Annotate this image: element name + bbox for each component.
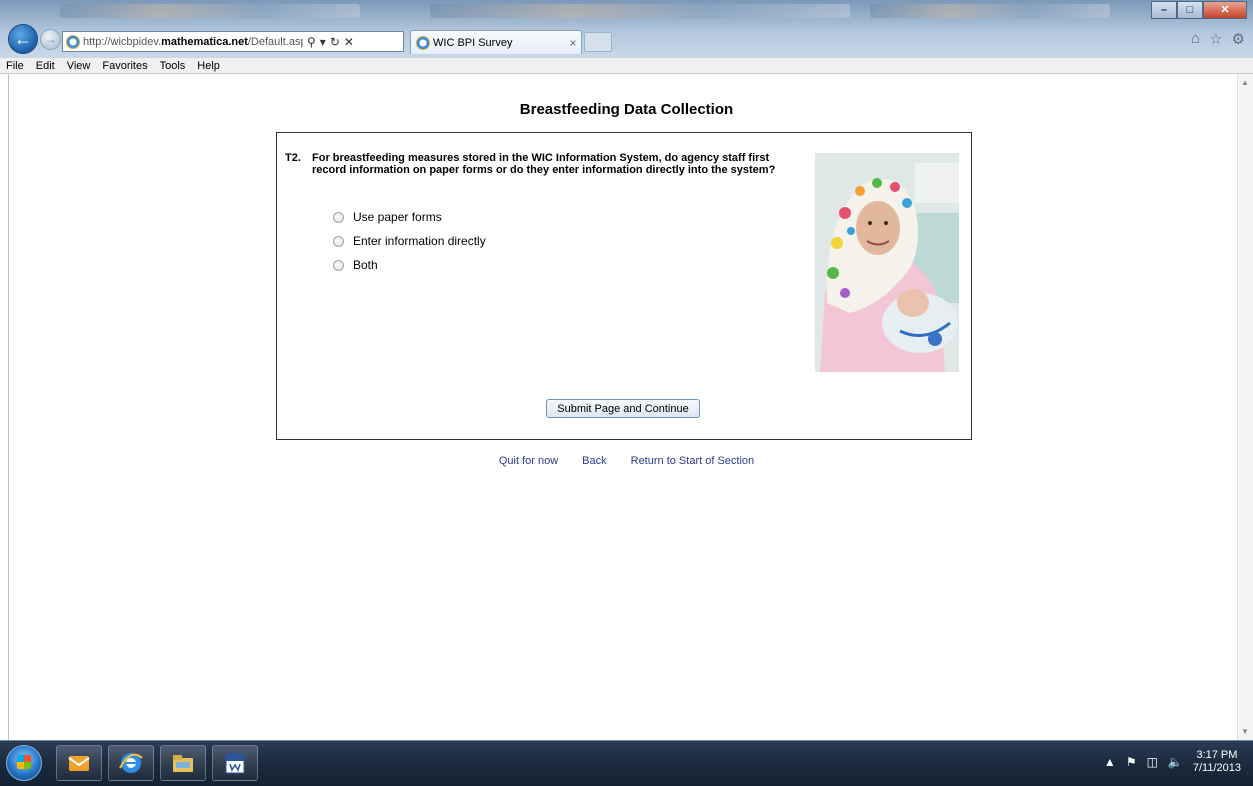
outlook-taskbar-icon[interactable] <box>56 745 102 781</box>
question-number: T2. <box>285 152 301 164</box>
word-taskbar-icon[interactable] <box>212 745 258 781</box>
menu-view[interactable]: View <box>67 60 91 72</box>
vertical-scrollbar[interactable]: ▲ ▼ <box>1237 74 1253 740</box>
quit-for-now-link[interactable]: Quit for now <box>499 455 558 467</box>
minimize-icon[interactable]: – <box>1151 1 1177 19</box>
menu-bar: File Edit View Favorites Tools Help <box>0 58 1253 74</box>
return-to-start-link[interactable]: Return to Start of Section <box>631 455 755 467</box>
window-controls: – □ ✕ <box>1151 1 1247 19</box>
menu-file[interactable]: File <box>6 60 24 72</box>
submit-page-button[interactable]: Submit Page and Continue <box>546 399 700 418</box>
option-use-paper-forms[interactable]: Use paper forms <box>333 210 442 224</box>
forward-arrow-icon[interactable]: → <box>40 29 61 50</box>
close-window-icon[interactable]: ✕ <box>1203 1 1247 19</box>
taskbar-clock[interactable]: 3:17 PM 7/11/2013 <box>1193 749 1241 775</box>
back-arrow-icon[interactable]: ← <box>8 24 38 54</box>
dropdown-arrow-icon[interactable]: ▾ <box>320 35 326 49</box>
tab-wic-bpi-survey[interactable]: WIC BPI Survey × <box>410 30 582 54</box>
windows-taskbar: ▲ ⚑ ◫ 🔈 3:17 PM 7/11/2013 <box>0 740 1253 786</box>
blurred-tab-strip <box>870 4 1110 18</box>
back-link[interactable]: Back <box>582 455 606 467</box>
blurred-tab-strip <box>60 4 360 18</box>
url-path: /Default.aspx?Page=£ <box>247 35 303 48</box>
blurred-tab-strip <box>430 4 850 18</box>
url-prefix: http://wicbpidev. <box>83 35 162 48</box>
start-button-icon[interactable] <box>6 745 42 781</box>
option-both[interactable]: Both <box>333 258 378 272</box>
search-icon[interactable]: ⚲ <box>307 35 316 49</box>
option-enter-directly[interactable]: Enter information directly <box>333 234 486 248</box>
radio-button[interactable] <box>333 212 344 223</box>
network-icon[interactable]: ◫ <box>1147 755 1158 769</box>
file-explorer-taskbar-icon[interactable] <box>160 745 206 781</box>
system-tray: ▲ ⚑ ◫ 🔈 3:17 PM 7/11/2013 <box>1104 749 1241 775</box>
url-host: mathematica.net <box>161 35 248 48</box>
mother-with-newborn-photo <box>815 153 959 372</box>
tab-title: WIC BPI Survey <box>433 36 513 49</box>
menu-edit[interactable]: Edit <box>36 60 55 72</box>
refresh-icon[interactable]: ↻ <box>330 35 340 49</box>
show-hidden-icons-arrow-icon[interactable]: ▲ <box>1104 755 1116 769</box>
internet-explorer-taskbar-icon[interactable] <box>108 745 154 781</box>
question-text: For breastfeeding measures stored in the… <box>312 152 776 176</box>
settings-gear-icon[interactable]: ⚙ <box>1232 30 1245 48</box>
scroll-up-arrow-icon[interactable]: ▲ <box>1241 78 1249 87</box>
page-title: Breastfeeding Data Collection <box>519 101 734 118</box>
option-label: Use paper forms <box>353 210 442 224</box>
action-center-flag-icon[interactable]: ⚑ <box>1126 755 1137 769</box>
option-label: Enter information directly <box>353 234 486 248</box>
close-tab-icon[interactable]: × <box>565 36 581 50</box>
address-bar[interactable]: http://wicbpidev.mathematica.net/Default… <box>62 31 404 52</box>
radio-button[interactable] <box>333 236 344 247</box>
option-label: Both <box>353 258 378 272</box>
menu-help[interactable]: Help <box>197 60 220 72</box>
volume-speaker-icon[interactable]: 🔈 <box>1168 755 1183 769</box>
navigation-links: Quit for now Back Return to Start of Sec… <box>0 455 1253 467</box>
ie-page-icon <box>66 34 80 49</box>
maximize-icon[interactable]: □ <box>1177 1 1203 19</box>
menu-tools[interactable]: Tools <box>160 60 186 72</box>
url-text[interactable]: http://wicbpidev.mathematica.net/Default… <box>83 36 303 48</box>
clock-date: 7/11/2013 <box>1192 762 1241 774</box>
ie-tab-icon <box>416 35 430 50</box>
stop-icon[interactable]: ✕ <box>344 35 354 49</box>
new-tab-button[interactable] <box>584 32 612 52</box>
menu-favorites[interactable]: Favorites <box>102 60 147 72</box>
favorites-star-icon[interactable]: ☆ <box>1209 30 1222 48</box>
scroll-down-arrow-icon[interactable]: ▼ <box>1241 727 1249 736</box>
browser-titlebar: ← → http://wicbpidev.mathematica.net/Def… <box>0 0 1253 58</box>
radio-button[interactable] <box>333 260 344 271</box>
home-icon[interactable]: ⌂ <box>1191 30 1200 48</box>
clock-time: 3:17 PM <box>1196 749 1238 761</box>
